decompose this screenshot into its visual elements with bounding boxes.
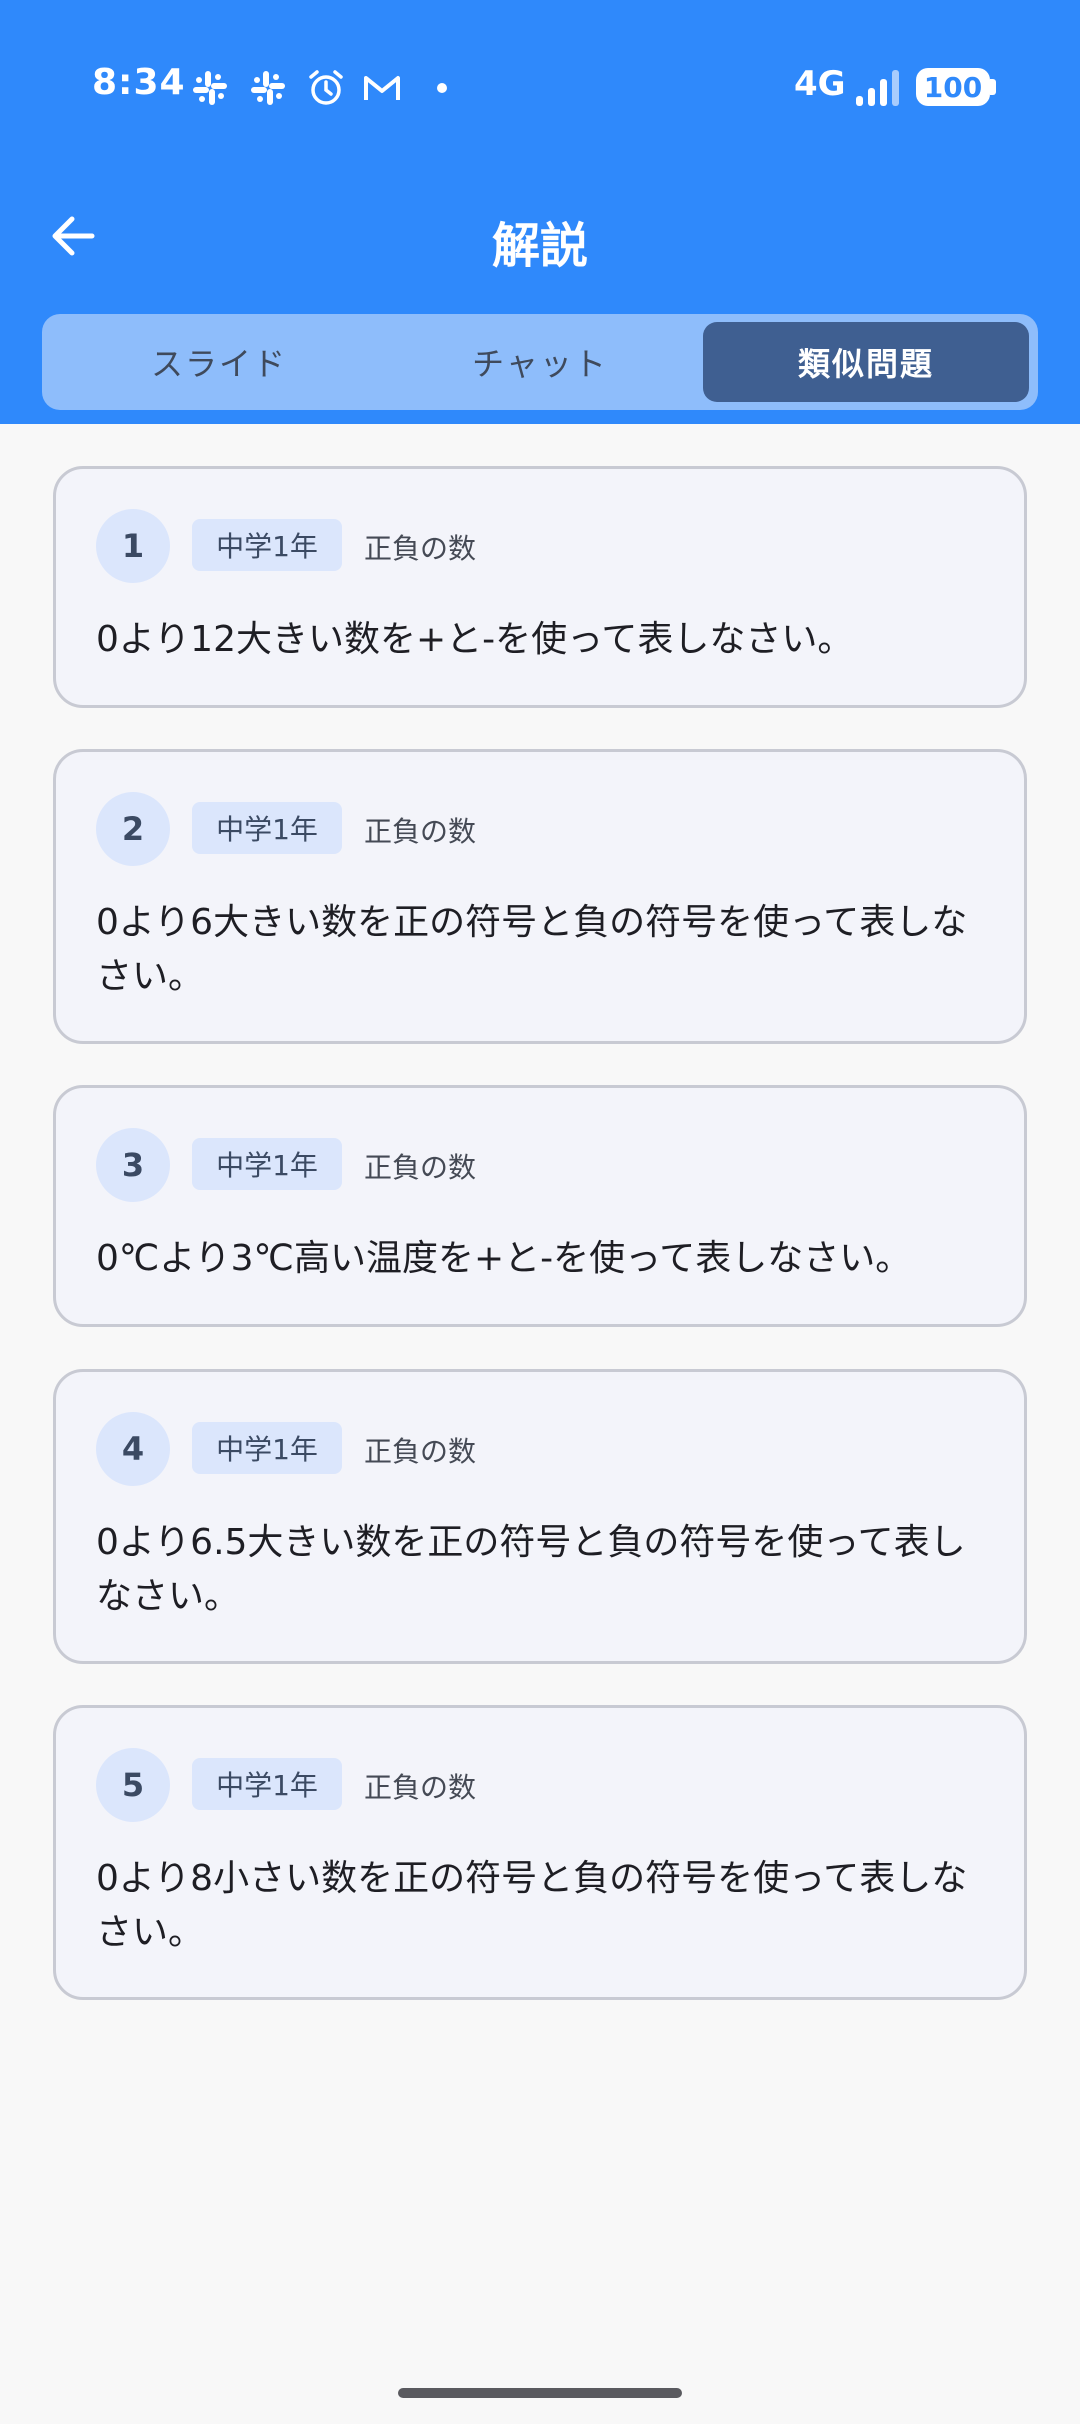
page-title: 解説 xyxy=(491,218,588,274)
alarm-icon xyxy=(309,70,343,105)
tab-bar: スライド チャット 類似問題 xyxy=(42,314,1038,410)
problem-text: 0より12大きい数を+と-を使って表しなさい。 xyxy=(96,619,854,660)
dot-icon xyxy=(437,83,447,93)
problem-text: 0℃より3℃高い温度を+と-を使って表しなさい。 xyxy=(96,1238,912,1279)
topic-label: 正負の数 xyxy=(364,1151,477,1184)
tab-slides[interactable]: スライド xyxy=(54,322,384,402)
home-indicator[interactable] xyxy=(398,2388,682,2398)
status-time: 8:34 xyxy=(92,62,186,103)
problem-number: 5 xyxy=(96,1748,170,1822)
grade-badge: 中学1年 xyxy=(192,802,342,854)
problem-card[interactable]: 2 中学1年 正負の数 0より6大きい数を正の符号と負の符号を使って表しなさい。 xyxy=(53,749,1027,1044)
slack-icon xyxy=(251,71,285,105)
topic-label: 正負の数 xyxy=(364,1435,477,1468)
tab-chat[interactable]: チャット xyxy=(375,322,705,402)
grade-badge: 中学1年 xyxy=(192,1138,342,1190)
problem-number: 1 xyxy=(96,509,170,583)
topic-label: 正負の数 xyxy=(364,815,477,848)
problem-text: 0より6大きい数を正の符号と負の符号を使って表しなさい。 xyxy=(96,902,968,997)
network-type: 4G xyxy=(794,64,846,104)
header: 8:34 4G 100 解説 スライド チャット 類似問題 xyxy=(0,0,1080,424)
problem-card[interactable]: 5 中学1年 正負の数 0より8小さい数を正の符号と負の符号を使って表しなさい。 xyxy=(53,1705,1027,2000)
problem-text: 0より8小さい数を正の符号と負の符号を使って表しなさい。 xyxy=(96,1858,968,1953)
topic-label: 正負の数 xyxy=(364,1771,477,1804)
battery-nub xyxy=(990,79,996,95)
problem-number: 3 xyxy=(96,1128,170,1202)
gmail-icon xyxy=(364,76,400,100)
status-bar: 8:34 4G 100 xyxy=(0,0,1080,176)
problem-text: 0より6.5大きい数を正の符号と負の符号を使って表しなさい。 xyxy=(96,1522,966,1617)
problem-number: 4 xyxy=(96,1412,170,1486)
problem-card[interactable]: 3 中学1年 正負の数 0℃より3℃高い温度を+と-を使って表しなさい。 xyxy=(53,1085,1027,1327)
battery-icon: 100 xyxy=(916,68,990,106)
grade-badge: 中学1年 xyxy=(192,1758,342,1810)
grade-badge: 中学1年 xyxy=(192,519,342,571)
signal-icon xyxy=(856,70,899,106)
tab-similar-problems[interactable]: 類似問題 xyxy=(703,322,1029,402)
problem-number: 2 xyxy=(96,792,170,866)
topic-label: 正負の数 xyxy=(364,532,477,565)
problem-card[interactable]: 4 中学1年 正負の数 0より6.5大きい数を正の符号と負の符号を使って表しなさ… xyxy=(53,1369,1027,1664)
grade-badge: 中学1年 xyxy=(192,1422,342,1474)
slack-icon xyxy=(193,71,227,105)
problem-card[interactable]: 1 中学1年 正負の数 0より12大きい数を+と-を使って表しなさい。 xyxy=(53,466,1027,708)
